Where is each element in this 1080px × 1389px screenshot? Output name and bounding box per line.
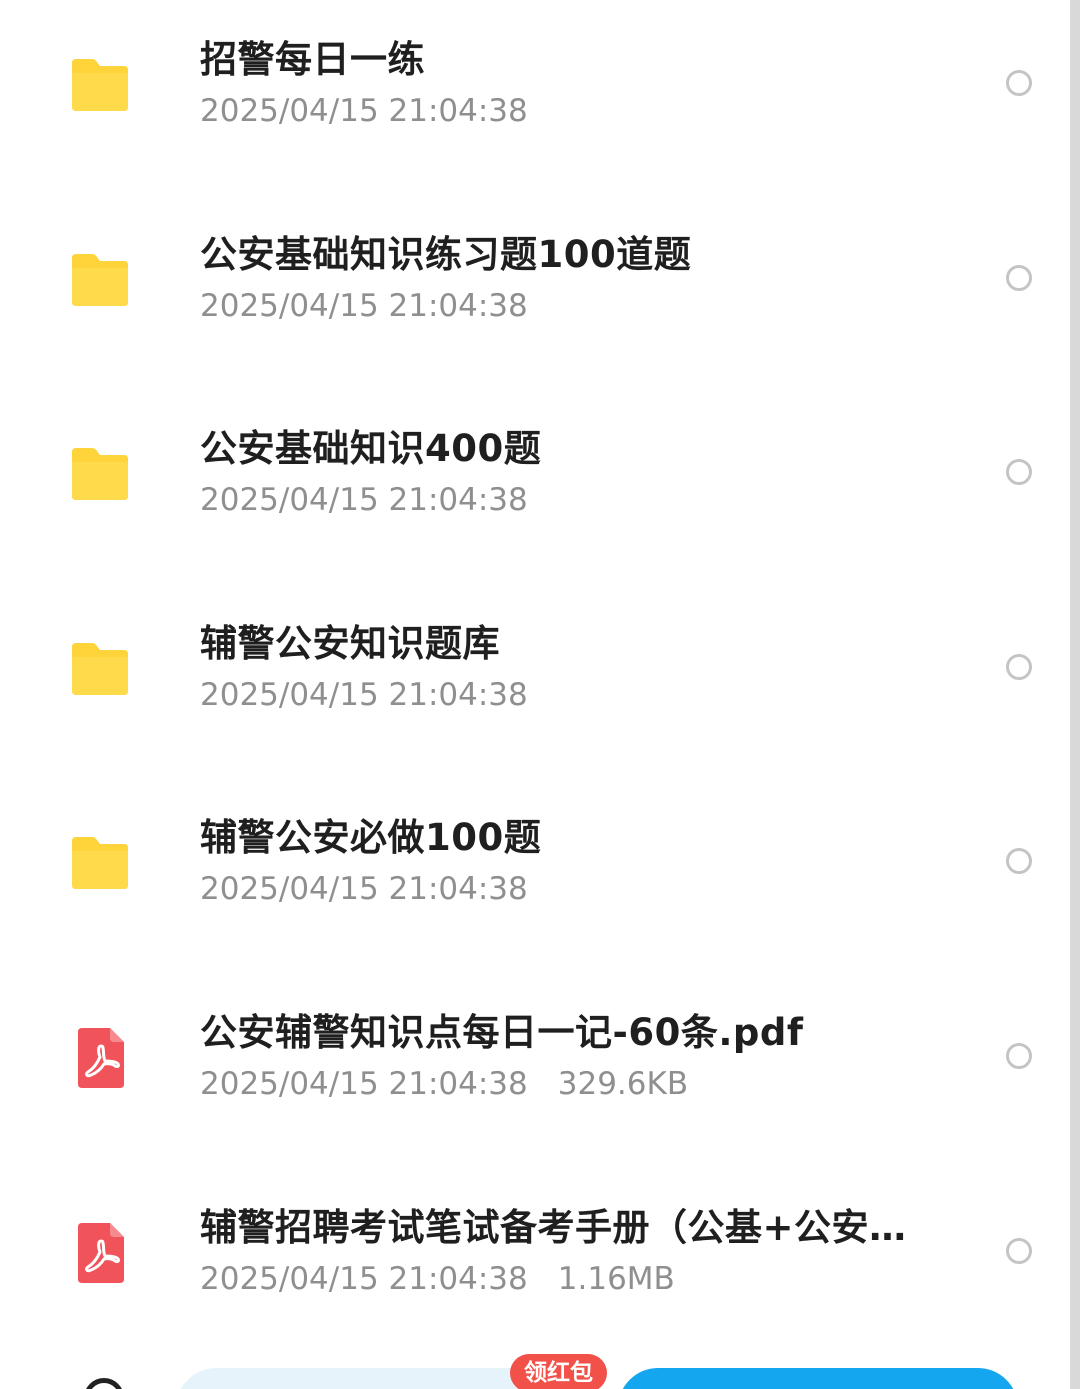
folder-icon <box>68 639 132 703</box>
pdf-file-icon <box>68 1221 132 1285</box>
folder-icon <box>68 55 132 119</box>
folder-icon <box>68 444 132 508</box>
file-name: 招警每日一练 <box>200 38 425 81</box>
file-date: 2025/04/15 21:04:38 <box>200 287 528 324</box>
file-date: 2025/04/15 21:04:38 <box>200 93 528 129</box>
file-date: 2025/04/15 21:04:38 <box>200 871 528 908</box>
radio-circle-icon[interactable] <box>1006 70 1032 96</box>
scrollbar-thumb[interactable] <box>1070 0 1080 1389</box>
radio-circle-icon[interactable] <box>1006 264 1032 291</box>
file-meta: 2025/04/15 21:04:38 329.6KB <box>200 1064 960 1104</box>
file-row[interactable]: 公安辅警知识点每日一记-60条.pdf 2025/04/15 21:04:38 3… <box>0 973 1070 1168</box>
file-text: 招警每日一练 2025/04/15 21:04:38 <box>200 37 960 131</box>
radio-circle-icon[interactable] <box>1006 1042 1032 1069</box>
file-row[interactable]: 辅警公安知识题库 2025/04/15 21:04:38 <box>0 584 1070 779</box>
red-packet-badge[interactable]: 领红包 <box>510 1354 607 1389</box>
file-text: 辅警公安必做100题 2025/04/15 21:04:38 <box>200 815 960 909</box>
file-text: 辅警招聘考试笔试备考手册（公基+公安… 2025/04/15 21:04:38 1… <box>200 1205 960 1299</box>
file-text: 辅警公安知识题库 2025/04/15 21:04:38 <box>200 621 960 715</box>
file-size: 1.16MB <box>557 1260 675 1297</box>
file-meta: 2025/04/15 21:04:38 <box>200 286 960 326</box>
file-list: 招警每日一练 2025/04/15 21:04:38 公安基础知识练习题100道… <box>0 0 1070 1362</box>
radio-circle-icon[interactable] <box>1006 653 1032 680</box>
file-name: 公安辅警知识点每日一记-60条.pdf <box>200 1010 804 1054</box>
file-name: 辅警公安必做100题 <box>200 816 542 860</box>
file-date: 2025/04/15 21:04:38 <box>200 1260 528 1297</box>
file-row[interactable]: 公安基础知识400题 2025/04/15 21:04:38 <box>0 389 1070 584</box>
primary-action-button[interactable] <box>618 1368 1018 1389</box>
radio-circle-icon[interactable] <box>1006 848 1032 875</box>
file-browser-screen: 招警每日一练 2025/04/15 21:04:38 公安基础知识练习题100道… <box>0 0 1080 1389</box>
folder-icon <box>68 833 132 897</box>
file-size: 329.6KB <box>557 1065 689 1102</box>
search-icon[interactable] <box>84 1378 124 1389</box>
file-row[interactable]: 辅警招聘考试笔试备考手册（公基+公安… 2025/04/15 21:04:38 1… <box>0 1168 1070 1363</box>
file-meta: 2025/04/15 21:04:38 <box>200 91 960 131</box>
file-text: 公安辅警知识点每日一记-60条.pdf 2025/04/15 21:04:38 3… <box>200 1010 960 1104</box>
file-date: 2025/04/15 21:04:38 <box>200 482 528 519</box>
file-name: 辅警招聘考试笔试备考手册（公基+公安… <box>200 1205 907 1249</box>
file-name: 辅警公安知识题库 <box>200 621 500 665</box>
file-date: 2025/04/15 21:04:38 <box>200 1065 528 1102</box>
file-row[interactable]: 公安基础知识练习题100道题 2025/04/15 21:04:38 <box>0 195 1070 390</box>
file-meta: 2025/04/15 21:04:38 1.16MB <box>200 1259 960 1299</box>
bottom-action-bar: 领红包 <box>0 1350 1070 1389</box>
radio-circle-icon[interactable] <box>1006 1237 1032 1264</box>
pdf-file-icon <box>68 1026 132 1090</box>
folder-icon <box>68 250 132 314</box>
file-text: 公安基础知识400题 2025/04/15 21:04:38 <box>200 426 960 520</box>
file-name: 公安基础知识400题 <box>200 427 542 471</box>
file-name: 公安基础知识练习题100道题 <box>200 232 692 276</box>
file-meta: 2025/04/15 21:04:38 <box>200 869 960 909</box>
radio-circle-icon[interactable] <box>1006 459 1032 486</box>
file-row[interactable]: 辅警公安必做100题 2025/04/15 21:04:38 <box>0 778 1070 973</box>
scrollbar-track[interactable] <box>1070 0 1080 1389</box>
file-date: 2025/04/15 21:04:38 <box>200 676 528 713</box>
file-meta: 2025/04/15 21:04:38 <box>200 480 960 520</box>
file-text: 公安基础知识练习题100道题 2025/04/15 21:04:38 <box>200 232 960 326</box>
file-meta: 2025/04/15 21:04:38 <box>200 675 960 715</box>
file-row[interactable]: 招警每日一练 2025/04/15 21:04:38 <box>0 0 1070 195</box>
